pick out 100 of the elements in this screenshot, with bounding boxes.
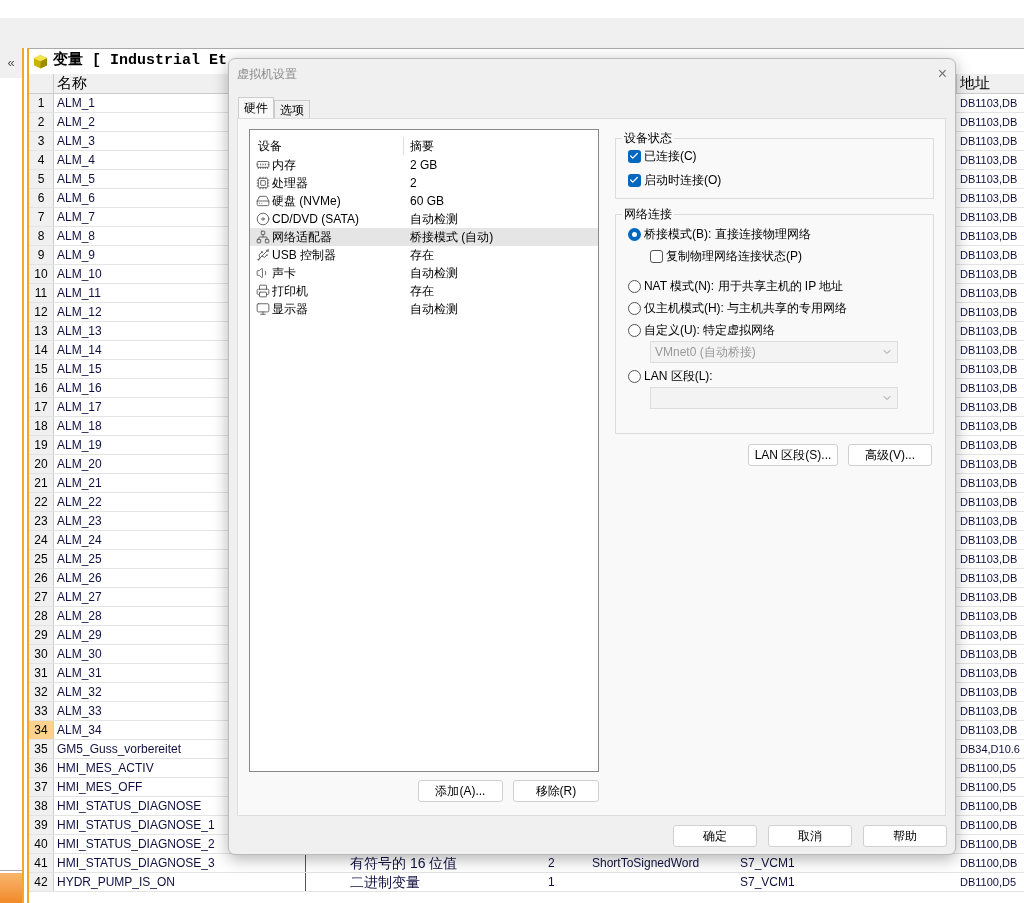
row-number[interactable]: 1 <box>29 94 54 112</box>
row-number[interactable]: 33 <box>29 702 54 720</box>
table-cell-text: ALM_33 <box>57 703 102 720</box>
table-cell-text: DB1103,DB <box>960 437 1018 453</box>
row-number[interactable]: 6 <box>29 189 54 207</box>
table-cell-text: DB1103,DB <box>960 532 1018 548</box>
row-number[interactable]: 16 <box>29 379 54 397</box>
cancel-button[interactable]: 取消 <box>768 825 852 847</box>
row-number[interactable]: 20 <box>29 455 54 473</box>
row-number[interactable]: 24 <box>29 531 54 549</box>
row-number[interactable]: 17 <box>29 398 54 416</box>
help-button[interactable]: 帮助 <box>863 825 947 847</box>
tab[interactable]: 选项 <box>274 100 310 118</box>
table-cell-text: DB1103,DB <box>960 456 1018 472</box>
row-number[interactable]: 12 <box>29 303 54 321</box>
row-number[interactable]: 21 <box>29 474 54 492</box>
radio-button[interactable] <box>627 279 641 293</box>
device-summary: 2 GB <box>410 157 438 174</box>
row-number[interactable]: 15 <box>29 360 54 378</box>
advanced-button[interactable]: 高级(V)... <box>848 444 932 466</box>
row-number[interactable]: 26 <box>29 569 54 587</box>
table-cell-text: ALM_25 <box>57 551 102 568</box>
row-number[interactable]: 28 <box>29 607 54 625</box>
table-cell-text: DB1103,DB <box>960 247 1018 263</box>
row-number[interactable]: 18 <box>29 417 54 435</box>
row-number[interactable]: 25 <box>29 550 54 568</box>
row-number[interactable]: 32 <box>29 683 54 701</box>
table-cell-text: ALM_4 <box>57 152 96 169</box>
table-cell-text: ALM_13 <box>57 323 102 340</box>
row-number[interactable]: 38 <box>29 797 54 815</box>
row-number[interactable]: 31 <box>29 664 54 682</box>
device-row[interactable]: 处理器 2 <box>250 174 598 192</box>
column-header[interactable]: 摘要 <box>404 137 434 155</box>
table-cell-text: DB1103,DB <box>960 323 1018 339</box>
device-row[interactable]: CD/DVD (SATA) 自动检测 <box>250 210 598 228</box>
table-cell-text: ALM_21 <box>57 475 102 492</box>
device-row[interactable]: 网络适配器 桥接模式 (自动) <box>250 228 598 246</box>
row-number[interactable]: 22 <box>29 493 54 511</box>
row-number[interactable]: 8 <box>29 227 54 245</box>
row-number[interactable]: 23 <box>29 512 54 530</box>
chip-icon <box>256 176 270 190</box>
row-number[interactable]: 11 <box>29 284 54 302</box>
radio-button[interactable] <box>627 323 641 337</box>
column-header[interactable]: 设备 <box>250 137 404 155</box>
table-cell-text: DB1103,DB <box>960 152 1018 168</box>
row-number[interactable]: 42 <box>29 873 54 891</box>
row-number[interactable]: 4 <box>29 151 54 169</box>
table-cell-text: ALM_12 <box>57 304 102 321</box>
row-number[interactable]: 10 <box>29 265 54 283</box>
row-number[interactable]: 30 <box>29 645 54 663</box>
radio-button[interactable] <box>627 301 641 315</box>
device-row[interactable]: 声卡 自动检测 <box>250 264 598 282</box>
table-cell-text: ALM_9 <box>57 247 96 264</box>
column-header[interactable]: 名称 <box>57 72 87 95</box>
row-number[interactable]: 35 <box>29 740 54 758</box>
row-number[interactable]: 7 <box>29 208 54 226</box>
device-name: 显示器 <box>272 301 308 318</box>
table-cell-text: ALM_19 <box>57 437 102 454</box>
row-number[interactable]: 3 <box>29 132 54 150</box>
radio-button[interactable] <box>627 227 641 241</box>
add-button[interactable]: 添加(A)... <box>417 780 503 802</box>
device-row[interactable]: 硬盘 (NVMe) 60 GB <box>250 192 598 210</box>
device-row[interactable]: USB 控制器 存在 <box>250 246 598 264</box>
row-number[interactable]: 14 <box>29 341 54 359</box>
drive-icon <box>256 194 270 208</box>
checkbox[interactable] <box>627 149 641 163</box>
lan-segment-button[interactable]: LAN 区段(S)... <box>748 444 838 466</box>
table-cell-text: DB1103,DB <box>960 513 1018 529</box>
row-number[interactable]: 5 <box>29 170 54 188</box>
tab[interactable]: 硬件 <box>238 97 274 118</box>
row-number[interactable]: 2 <box>29 113 54 131</box>
row-number[interactable]: 34 <box>29 721 54 739</box>
radio-button[interactable] <box>627 369 641 383</box>
device-row[interactable]: 内存 2 GB <box>250 156 598 174</box>
group-title: 网络连接 <box>622 206 673 223</box>
row-number[interactable]: 27 <box>29 588 54 606</box>
table-cell-text: DB1103,DB <box>960 190 1018 206</box>
device-row[interactable]: 打印机 存在 <box>250 282 598 300</box>
printer-icon <box>256 284 270 298</box>
column-header[interactable]: 地址 <box>960 72 990 95</box>
close-button[interactable]: × <box>937 66 947 82</box>
device-summary: 自动检测 <box>410 301 458 318</box>
device-row[interactable]: 显示器 自动检测 <box>250 300 598 318</box>
row-number[interactable]: 37 <box>29 778 54 796</box>
remove-button[interactable]: 移除(R) <box>512 780 599 802</box>
row-number[interactable]: 19 <box>29 436 54 454</box>
row-number[interactable]: 9 <box>29 246 54 264</box>
row-number[interactable]: 36 <box>29 759 54 777</box>
row-number[interactable]: 13 <box>29 322 54 340</box>
row-number[interactable]: 29 <box>29 626 54 644</box>
table-cell-text: ALM_14 <box>57 342 102 359</box>
checkbox[interactable] <box>649 249 663 263</box>
checkbox[interactable] <box>627 173 641 187</box>
collapse-button[interactable]: « <box>0 48 22 78</box>
table-cell-text: DB1103,DB <box>960 399 1018 415</box>
device-summary: 桥接模式 (自动) <box>410 229 494 246</box>
row-number[interactable]: 39 <box>29 816 54 834</box>
ok-button[interactable]: 确定 <box>673 825 757 847</box>
row-number[interactable]: 41 <box>29 854 54 872</box>
row-number[interactable]: 40 <box>29 835 54 853</box>
